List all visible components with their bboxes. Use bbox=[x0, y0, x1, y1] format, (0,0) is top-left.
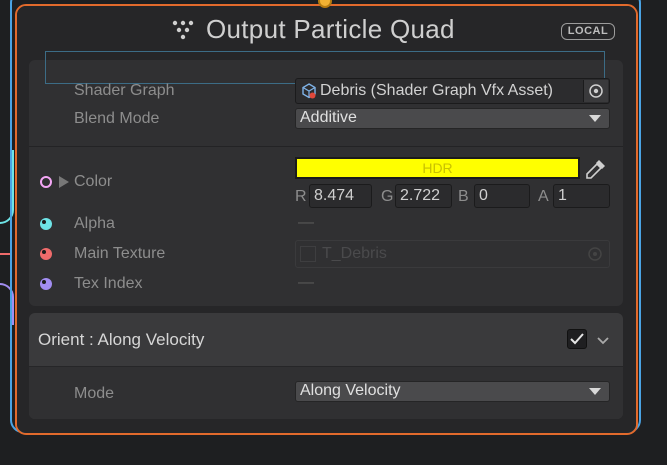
main-texture-input-port[interactable] bbox=[40, 248, 52, 260]
r-field[interactable]: 8.474 bbox=[309, 184, 372, 208]
tex-index-value: — bbox=[298, 274, 314, 291]
blend-mode-label: Blend Mode bbox=[74, 110, 160, 127]
chevron-down-icon bbox=[589, 115, 601, 122]
expand-arrow-icon[interactable] bbox=[58, 175, 70, 189]
space-toggle-badge[interactable]: LOCAL bbox=[561, 23, 615, 40]
hdr-label: HDR bbox=[422, 160, 453, 176]
target-icon bbox=[588, 247, 602, 261]
orient-divider bbox=[29, 366, 623, 367]
shader-graph-value: Debris (Shader Graph Vfx Asset) bbox=[320, 82, 553, 99]
mode-label: Mode bbox=[74, 385, 115, 402]
main-texture-value: T_Debris bbox=[322, 245, 387, 262]
blend-mode-dropdown[interactable]: Additive bbox=[295, 108, 610, 129]
alpha-label: Alpha bbox=[74, 215, 115, 232]
color-swatch[interactable]: HDR bbox=[295, 157, 580, 179]
alpha-value: — bbox=[298, 214, 314, 231]
color-label: Color bbox=[74, 173, 113, 190]
eyedropper-icon[interactable] bbox=[584, 157, 608, 181]
shader-graph-field[interactable]: Debris (Shader Graph Vfx Asset) bbox=[295, 78, 610, 104]
checkmark-icon bbox=[570, 333, 584, 345]
a-field[interactable]: 1 bbox=[553, 184, 610, 208]
target-icon bbox=[589, 84, 603, 98]
g-field[interactable]: 2.722 bbox=[395, 184, 452, 208]
b-field[interactable]: 0 bbox=[474, 184, 530, 208]
mode-dropdown[interactable]: Along Velocity bbox=[295, 381, 610, 402]
object-picker-button[interactable] bbox=[583, 80, 608, 102]
orient-block-title: Orient : Along Velocity bbox=[38, 330, 205, 349]
main-texture-field[interactable]: T_Debris bbox=[295, 240, 610, 268]
texture-icon bbox=[300, 246, 316, 262]
alpha-input-port[interactable] bbox=[40, 218, 52, 230]
mode-value: Along Velocity bbox=[300, 382, 401, 399]
orient-enabled-checkbox[interactable] bbox=[567, 329, 587, 349]
g-label: G bbox=[381, 188, 394, 205]
a-label: A bbox=[538, 188, 549, 205]
shader-graph-label: Shader Graph bbox=[74, 82, 175, 99]
shader-graph-asset-icon bbox=[302, 83, 316, 99]
r-label: R bbox=[295, 188, 307, 205]
main-texture-label: Main Texture bbox=[74, 245, 166, 262]
chevron-down-icon bbox=[589, 388, 601, 395]
b-label: B bbox=[458, 188, 469, 205]
blend-mode-value: Additive bbox=[300, 109, 357, 126]
section-divider bbox=[29, 146, 623, 147]
node-title: Output Particle Quad bbox=[206, 14, 455, 44]
vfx-output-icon bbox=[172, 20, 194, 40]
chevron-down-icon[interactable] bbox=[596, 335, 610, 347]
color-input-port[interactable] bbox=[40, 176, 52, 188]
tex-index-label: Tex Index bbox=[74, 275, 143, 292]
tex-index-input-port[interactable] bbox=[40, 278, 52, 290]
